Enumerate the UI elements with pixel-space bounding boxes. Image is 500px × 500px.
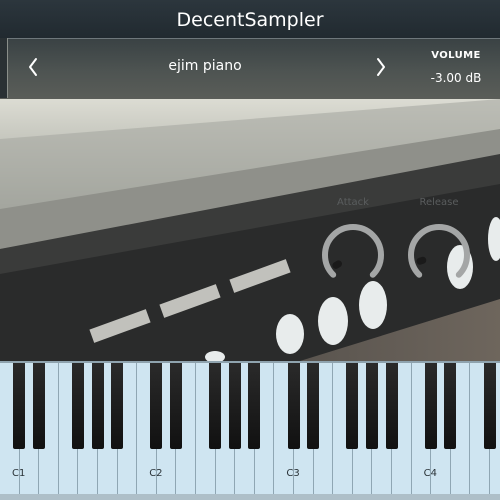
volume-label: VOLUME: [431, 50, 481, 61]
header-left-edge: [0, 38, 8, 98]
chevron-left-icon: [29, 58, 37, 76]
black-key[interactable]: [209, 363, 222, 449]
release-knob-indicator: [416, 256, 427, 265]
black-key[interactable]: [228, 363, 241, 449]
previous-preset-button[interactable]: [21, 52, 45, 82]
octave-label: C3: [286, 468, 300, 479]
black-key[interactable]: [248, 363, 261, 449]
next-preset-button[interactable]: [369, 52, 393, 82]
release-knob-track: [408, 224, 470, 278]
black-key[interactable]: [444, 363, 457, 449]
black-key[interactable]: [13, 363, 26, 449]
black-key[interactable]: [307, 363, 320, 449]
black-key[interactable]: [32, 363, 45, 449]
octave-label: C1: [12, 468, 26, 479]
black-key[interactable]: [169, 363, 182, 449]
window-title: DecentSampler: [0, 0, 500, 38]
octave-label: C4: [423, 468, 437, 479]
piano-keyboard[interactable]: C1 C2 C3 C4: [0, 361, 500, 496]
black-key[interactable]: [71, 363, 84, 449]
octave-label: C2: [149, 468, 163, 479]
attack-knob-indicator: [332, 260, 342, 269]
black-key[interactable]: [91, 363, 104, 449]
black-key[interactable]: [365, 363, 378, 449]
chevron-right-icon: [377, 58, 385, 76]
release-knob[interactable]: [403, 219, 475, 291]
preset-name: ejim piano: [168, 58, 242, 74]
black-key[interactable]: [385, 363, 398, 449]
keyboard-bottom-edge: [0, 494, 500, 500]
volume-control[interactable]: -3.00 dB: [418, 71, 494, 85]
black-key[interactable]: [346, 363, 359, 449]
black-key[interactable]: [111, 363, 124, 449]
black-key[interactable]: [483, 363, 496, 449]
release-label: Release: [419, 197, 459, 208]
black-key[interactable]: [287, 363, 300, 449]
attack-knob[interactable]: [317, 219, 389, 291]
attack-label: Attack: [337, 197, 369, 208]
black-key[interactable]: [150, 363, 163, 449]
black-key[interactable]: [424, 363, 437, 449]
